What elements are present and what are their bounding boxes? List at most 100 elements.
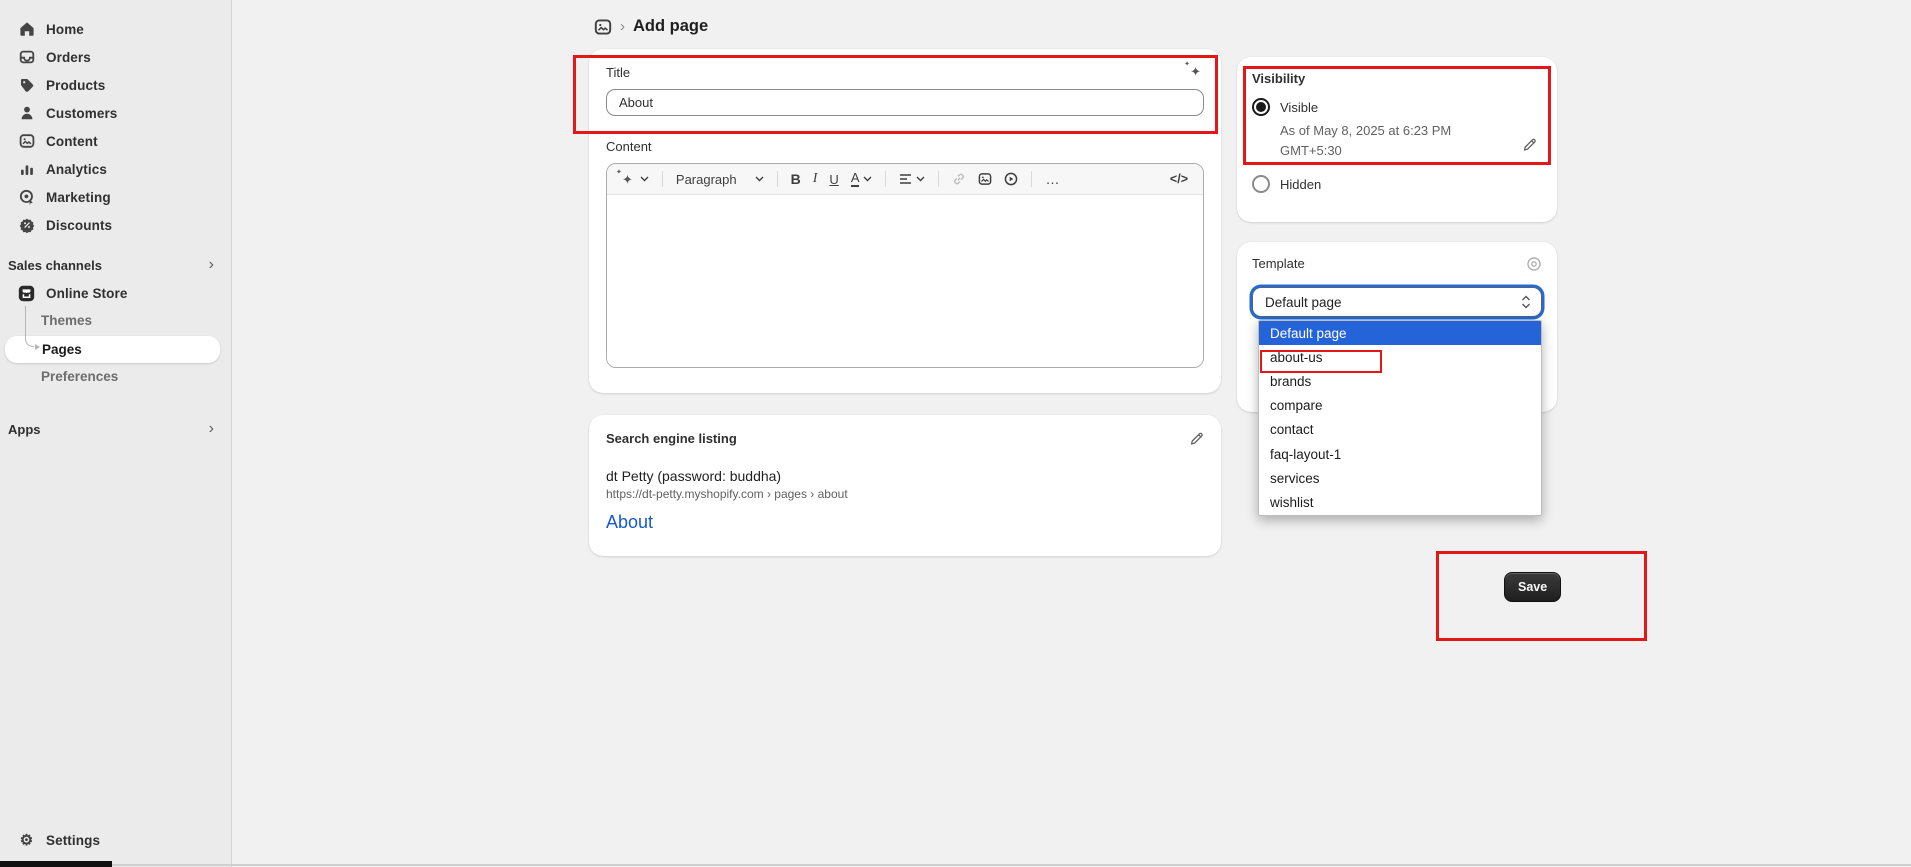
dropdown-option-services[interactable]: services: [1259, 466, 1541, 490]
sidebar-item-home[interactable]: Home: [4, 15, 224, 43]
sidebar-item-analytics[interactable]: Analytics: [4, 155, 224, 183]
template-select[interactable]: Default page: [1252, 287, 1542, 317]
link-icon: [952, 172, 966, 186]
alignment-button[interactable]: [897, 172, 927, 186]
ai-sparkle-icon: ✦✦: [622, 173, 636, 186]
content-icon: [18, 133, 35, 150]
breadcrumb-separator: ›: [620, 18, 625, 35]
seo-site-title: dt Petty (password: buddha): [606, 468, 1204, 484]
sidebar-item-label: Customers: [46, 106, 117, 121]
dropdown-option-contact[interactable]: contact: [1259, 418, 1541, 442]
sales-channels-label: Sales channels: [8, 258, 102, 273]
page-details-card: Title ✦✦ Content ✦✦ Paragraph B I U A: [589, 49, 1221, 393]
marketing-icon: [18, 189, 35, 206]
underline-button[interactable]: U: [827, 170, 840, 189]
ai-assist-button[interactable]: ✦✦: [620, 171, 651, 188]
chevron-right-icon: ›: [209, 256, 220, 274]
bottom-left-black-bar: [0, 861, 112, 867]
sidebar-item-label: Themes: [41, 313, 92, 328]
search-engine-listing-card: Search engine listing dt Petty (password…: [589, 415, 1221, 556]
toolbar-divider: [1031, 171, 1032, 187]
text-color-button[interactable]: A: [849, 169, 875, 189]
edit-pencil-icon[interactable]: [1189, 431, 1204, 451]
dropdown-option-about-us[interactable]: about-us: [1259, 345, 1541, 369]
toolbar-divider: [662, 171, 663, 187]
home-icon: [18, 21, 35, 38]
italic-button[interactable]: I: [811, 169, 820, 189]
sidebar-item-online-store[interactable]: Online Store: [4, 279, 224, 307]
editor-toolbar: ✦✦ Paragraph B I U A: [607, 164, 1203, 195]
sidebar-item-label: Marketing: [46, 190, 111, 205]
ai-sparkle-icon[interactable]: ✦✦: [1190, 65, 1204, 78]
breadcrumb: › Add page: [594, 17, 708, 36]
sidebar: Home Orders Products Customers Content A…: [0, 0, 232, 867]
save-button[interactable]: Save: [1504, 572, 1561, 602]
link-button[interactable]: [950, 170, 968, 188]
sidebar-item-products[interactable]: Products: [4, 71, 224, 99]
title-label: Title: [606, 65, 630, 80]
sidebar-item-label: Analytics: [46, 162, 107, 177]
sidebar-item-marketing[interactable]: Marketing: [4, 183, 224, 211]
sidebar-item-customers[interactable]: Customers: [4, 99, 224, 127]
discounts-icon: [18, 217, 35, 234]
sidebar-item-orders[interactable]: Orders: [4, 43, 224, 71]
code-view-button[interactable]: </>: [1168, 170, 1190, 188]
content-label: Content: [606, 139, 1204, 154]
bold-button[interactable]: B: [789, 169, 803, 189]
sidebar-item-themes[interactable]: Themes: [4, 307, 220, 334]
bottom-edge-line: [0, 864, 1911, 866]
title-input[interactable]: [606, 89, 1204, 116]
template-selected-value: Default page: [1265, 295, 1342, 310]
sidebar-item-label: Discounts: [46, 218, 112, 233]
dropdown-option-compare[interactable]: compare: [1259, 394, 1541, 418]
gear-icon: ⚙: [18, 832, 35, 849]
dropdown-option-wishlist[interactable]: wishlist: [1259, 490, 1541, 514]
online-store-icon: [18, 285, 35, 302]
sidebar-item-discounts[interactable]: Discounts: [4, 211, 224, 239]
visibility-heading: Visibility: [1252, 71, 1542, 86]
chevron-down-icon: [755, 176, 764, 182]
sidebar-item-label: Content: [46, 134, 98, 149]
hidden-radio-option[interactable]: Hidden: [1252, 175, 1542, 193]
sidebar-item-pages[interactable]: Pages: [5, 336, 220, 363]
sidebar-item-label: Products: [46, 78, 105, 93]
chevron-right-icon: ›: [209, 420, 220, 438]
radio-selected-icon[interactable]: [1252, 98, 1270, 116]
products-icon: [18, 77, 35, 94]
apps-label: Apps: [8, 422, 41, 437]
chevron-down-icon: [863, 176, 872, 182]
sidebar-section-apps[interactable]: Apps ›: [8, 415, 220, 443]
insert-image-button[interactable]: [976, 170, 994, 188]
visibility-card: Visibility Visible As of May 8, 2025 at …: [1237, 57, 1557, 222]
more-options-button[interactable]: …: [1043, 169, 1062, 189]
analytics-icon: [18, 161, 35, 178]
toolbar-divider: [777, 171, 778, 187]
paragraph-style-dropdown[interactable]: Paragraph: [674, 170, 766, 189]
sidebar-item-settings[interactable]: ⚙ Settings: [4, 826, 224, 854]
sidebar-section-sales-channels[interactable]: Sales channels ›: [8, 251, 220, 279]
radio-unselected-icon[interactable]: [1252, 175, 1270, 193]
dropdown-option-faq-layout-1[interactable]: faq-layout-1: [1259, 442, 1541, 466]
seo-url: https://dt-petty.myshopify.com › pages ›…: [606, 487, 1204, 501]
sidebar-item-preferences[interactable]: Preferences: [4, 363, 220, 390]
dropdown-option-default-page[interactable]: Default page: [1259, 321, 1541, 345]
rich-text-editor: ✦✦ Paragraph B I U A: [606, 163, 1204, 368]
sidebar-item-content[interactable]: Content: [4, 127, 224, 155]
pages-breadcrumb-icon[interactable]: [594, 18, 612, 36]
visible-radio-option[interactable]: Visible: [1252, 98, 1542, 116]
sidebar-item-label: Preferences: [41, 369, 118, 384]
insert-video-button[interactable]: [1002, 170, 1020, 188]
toolbar-divider: [885, 171, 886, 187]
seo-page-title-link[interactable]: About: [606, 512, 1204, 533]
dropdown-option-brands[interactable]: brands: [1259, 369, 1541, 393]
content-textarea[interactable]: [607, 195, 1203, 368]
orders-icon: [18, 49, 35, 66]
sidebar-item-label: Pages: [42, 342, 82, 357]
chevron-down-icon: [640, 176, 649, 182]
page-title: Add page: [633, 17, 708, 36]
sidebar-item-label: Online Store: [46, 286, 127, 301]
template-label: Template: [1252, 256, 1305, 271]
edit-pencil-icon[interactable]: [1522, 137, 1537, 157]
sidebar-item-label: Home: [46, 22, 84, 37]
image-icon: [978, 172, 992, 186]
